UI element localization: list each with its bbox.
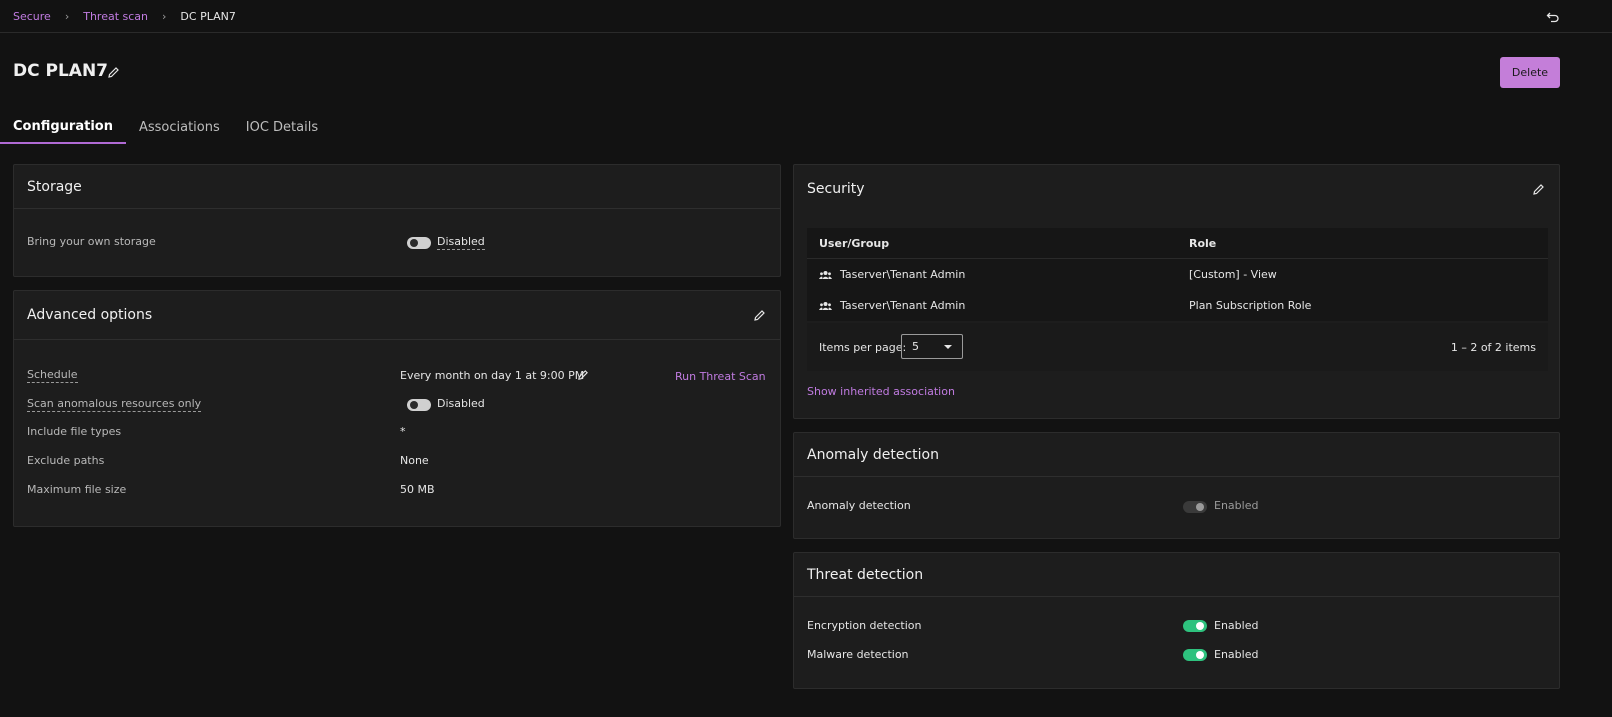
column-header-role[interactable]: Role [1189,237,1216,250]
maxsize-value: 50 MB [400,483,435,496]
tab-associations[interactable]: Associations [126,110,233,144]
users-icon [819,301,832,310]
card-title: Advanced options [14,291,780,340]
storage-card: Storage Bring your own storage Disabled [13,164,781,277]
pencil-icon[interactable] [753,309,766,322]
table-row[interactable]: Taserver\Tenant Admin [Custom] - View [807,259,1548,290]
anomaly-detection-card: Anomaly detection Anomaly detection Enab… [793,432,1560,539]
pagination: Items per page: 5 1 – 2 of 2 items [807,323,1548,371]
byos-label: Bring your own storage [27,235,156,248]
items-per-page-select[interactable]: 5 [901,334,963,359]
anomaly-state: Enabled [1214,499,1259,512]
pagination-count: 1 – 2 of 2 items [1450,341,1536,354]
schedule-value: Every month on day 1 at 9:00 PM [400,369,585,382]
anomalous-toggle[interactable] [407,399,431,411]
anomaly-label: Anomaly detection [807,499,911,512]
delete-button[interactable]: Delete [1500,57,1560,88]
show-inherited-link[interactable]: Show inherited association [807,385,955,398]
malware-label: Malware detection [807,648,909,661]
card-title: Storage [14,165,780,209]
card-title-text: Security [807,181,865,197]
tab-bar: Configuration Associations IOC Details [0,110,331,144]
malware-toggle[interactable] [1183,649,1207,661]
encryption-toggle[interactable] [1183,620,1207,632]
undo-icon[interactable] [1546,10,1560,24]
schedule-label[interactable]: Schedule [27,368,78,383]
anomaly-toggle[interactable] [1183,501,1207,513]
pencil-icon[interactable] [1532,183,1545,196]
tab-configuration[interactable]: Configuration [0,110,126,144]
users-icon [819,270,832,279]
advanced-options-card: Advanced options Schedule Every month on… [13,290,781,527]
user-name: Taserver\Tenant Admin [840,268,966,281]
encryption-state: Enabled [1214,619,1259,632]
malware-state: Enabled [1214,648,1259,661]
breadcrumb-threat-scan[interactable]: Threat scan [83,10,148,23]
exclude-value: None [400,454,429,467]
exclude-label: Exclude paths [27,454,105,467]
pencil-icon[interactable] [577,369,589,381]
card-title: Security [794,165,1559,213]
role-cell: [Custom] - View [1189,268,1277,281]
table-header: User/Group Role [807,228,1548,259]
security-card: Security User/Group Role Taserver\Tenant… [793,164,1560,419]
role-cell: Plan Subscription Role [1189,299,1312,312]
byos-state: Disabled [437,235,485,250]
run-threat-scan-link[interactable]: Run Threat Scan [675,370,766,383]
maxsize-label: Maximum file size [27,483,127,496]
breadcrumb-secure[interactable]: Secure [13,10,51,23]
anomalous-label[interactable]: Scan anomalous resources only [27,397,202,412]
items-per-page-value: 5 [912,340,919,353]
column-header-user[interactable]: User/Group [819,237,889,250]
tab-ioc-details[interactable]: IOC Details [233,110,331,144]
byos-toggle[interactable] [407,237,431,249]
breadcrumb-current: DC PLAN7 [180,9,236,23]
chevron-right-icon: › [162,9,167,23]
pencil-icon[interactable] [107,66,120,79]
user-cell: Taserver\Tenant Admin [819,299,965,312]
chevron-right-icon: › [64,9,70,23]
user-cell: Taserver\Tenant Admin [819,268,965,281]
breadcrumb: Secure › Threat scan › DC PLAN7 [0,0,1612,33]
page-title: DC PLAN7 [13,61,109,81]
card-title: Anomaly detection [794,433,1559,477]
include-value: * [400,425,406,438]
threat-detection-card: Threat detection Encryption detection En… [793,552,1560,689]
card-title-text: Advanced options [27,307,153,323]
caret-down-icon [944,345,952,349]
encryption-label: Encryption detection [807,619,922,632]
user-name: Taserver\Tenant Admin [840,299,966,312]
table-row[interactable]: Taserver\Tenant Admin Plan Subscription … [807,290,1548,321]
anomalous-state: Disabled [437,397,485,410]
items-per-page-label: Items per page: [819,341,907,354]
security-table: User/Group Role Taserver\Tenant Admin [C… [807,228,1548,321]
include-label: Include file types [27,425,122,438]
card-title: Threat detection [794,553,1559,597]
